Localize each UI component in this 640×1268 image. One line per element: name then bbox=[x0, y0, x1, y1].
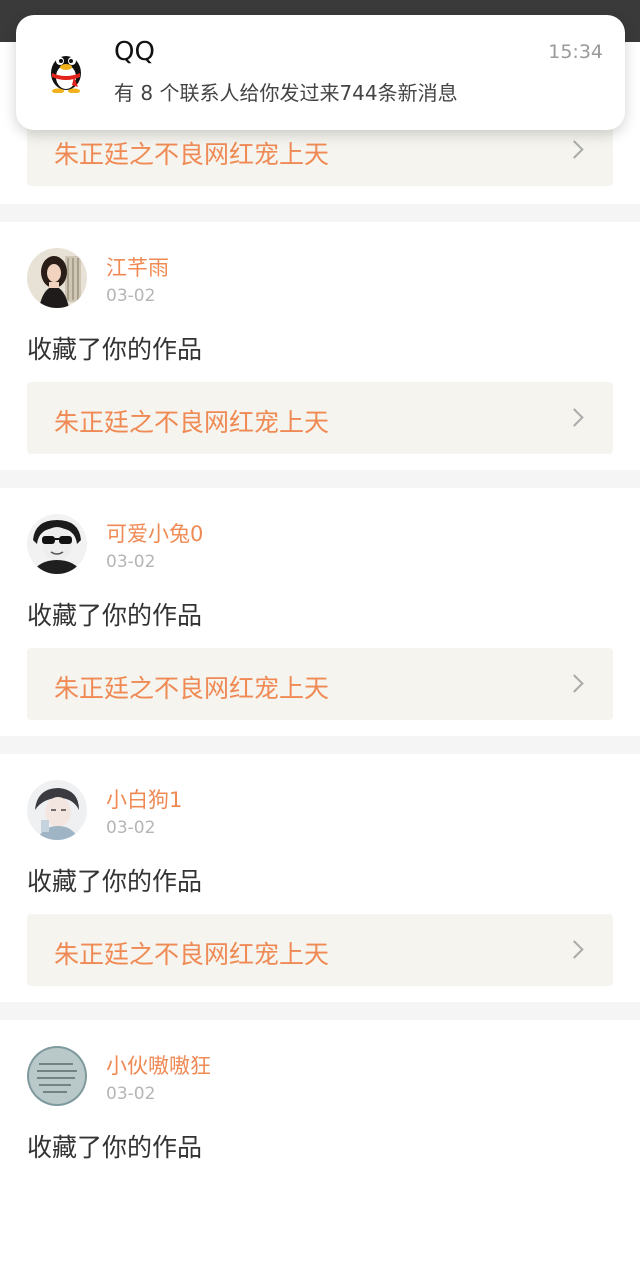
notification-time: 15:34 bbox=[548, 41, 603, 63]
card-divider bbox=[0, 1002, 640, 1020]
timestamp: 03-02 bbox=[106, 1084, 156, 1104]
chevron-right-icon bbox=[565, 940, 584, 959]
timestamp: 03-02 bbox=[106, 818, 156, 838]
author-name[interactable]: 小伙嗷嗷狂 bbox=[106, 1050, 211, 1080]
action-text: 收藏了你的作品 bbox=[27, 601, 203, 630]
feed-card: 小白狗1 03-02 收藏了你的作品 朱正廷之不良网红宠上天 bbox=[0, 754, 640, 1002]
card-divider bbox=[0, 470, 640, 488]
avatar[interactable] bbox=[27, 780, 87, 840]
action-text: 收藏了你的作品 bbox=[27, 867, 203, 896]
work-title: 朱正廷之不良网红宠上天 bbox=[54, 408, 330, 437]
work-link[interactable]: 朱正廷之不良网红宠上天 bbox=[27, 648, 613, 720]
author-name[interactable]: 可爱小兔0 bbox=[106, 518, 203, 548]
notification-app-name: QQ bbox=[114, 37, 155, 67]
work-title: 朱正廷之不良网红宠上天 bbox=[54, 140, 330, 169]
chevron-right-icon bbox=[565, 140, 584, 159]
feed-card: 朱正廷之不良网红宠上天 bbox=[0, 114, 640, 204]
chevron-right-icon bbox=[565, 674, 584, 693]
work-title: 朱正廷之不良网红宠上天 bbox=[54, 674, 330, 703]
feed-card: 江芊雨 03-02 收藏了你的作品 朱正廷之不良网红宠上天 bbox=[0, 222, 640, 470]
card-divider bbox=[0, 736, 640, 754]
notification-message: 有 8 个联系人给你发过来744条新消息 bbox=[114, 81, 458, 105]
feed-card: 小伙嗷嗷狂 03-02 收藏了你的作品 bbox=[0, 1020, 640, 1268]
avatar[interactable] bbox=[27, 514, 87, 574]
avatar[interactable] bbox=[27, 248, 87, 308]
action-text: 收藏了你的作品 bbox=[27, 335, 203, 364]
work-link[interactable]: 朱正廷之不良网红宠上天 bbox=[27, 914, 613, 986]
notification-banner[interactable]: QQ 15:34 有 8 个联系人给你发过来744条新消息 bbox=[16, 15, 625, 130]
work-title: 朱正廷之不良网红宠上天 bbox=[54, 940, 330, 969]
chevron-right-icon bbox=[565, 408, 584, 427]
avatar[interactable] bbox=[27, 1046, 87, 1106]
author-name[interactable]: 江芊雨 bbox=[106, 252, 169, 282]
timestamp: 03-02 bbox=[106, 286, 156, 306]
qq-penguin-icon bbox=[46, 45, 86, 94]
notification-feed: 朱正廷之不良网红宠上天 江芊雨 03-02 收藏了你的作品 朱正廷之不良网红宠上… bbox=[0, 114, 640, 1268]
feed-card: 可爱小兔0 03-02 收藏了你的作品 朱正廷之不良网红宠上天 bbox=[0, 488, 640, 736]
author-name[interactable]: 小白狗1 bbox=[106, 784, 182, 814]
card-divider bbox=[0, 204, 640, 222]
action-text: 收藏了你的作品 bbox=[27, 1133, 203, 1162]
timestamp: 03-02 bbox=[106, 552, 156, 572]
work-link[interactable]: 朱正廷之不良网红宠上天 bbox=[27, 382, 613, 454]
